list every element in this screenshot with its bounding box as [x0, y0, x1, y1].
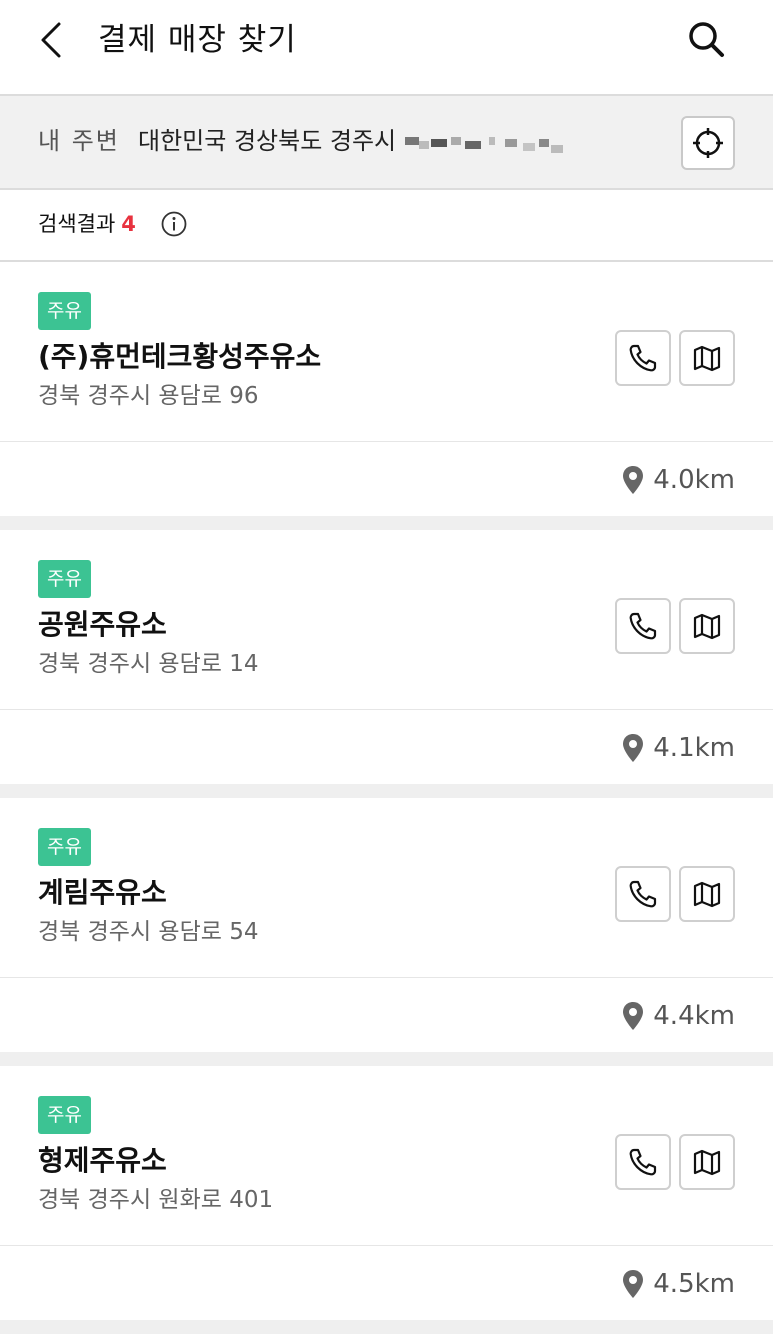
result-count: 4	[121, 212, 136, 236]
distance: 4.5km	[621, 1266, 735, 1302]
station-card[interactable]: 주유 계림주유소 경북 경주시 용담로 54 4.4km	[0, 798, 773, 1052]
call-button[interactable]	[615, 866, 671, 922]
station-list: 주유 (주)휴먼테크황성주유소 경북 경주시 용담로 96 4.0km 주유 공…	[0, 262, 773, 1334]
location-pin-icon	[623, 1270, 644, 1298]
back-button[interactable]	[28, 18, 72, 62]
station-footer: 4.4km	[0, 978, 773, 1052]
location-pin-icon	[623, 466, 644, 494]
current-location-button[interactable]	[681, 116, 735, 170]
station-address: 경북 경주시 용담로 14	[38, 651, 259, 677]
crosshair-icon	[693, 128, 723, 158]
location-pin-icon	[623, 734, 644, 762]
station-info: 주유 계림주유소 경북 경주시 용담로 54	[0, 798, 773, 978]
page-title: 결제 매장 찾기	[98, 22, 297, 58]
distance: 4.0km	[621, 462, 735, 498]
station-address: 경북 경주시 용담로 54	[38, 919, 259, 945]
station-name: (주)휴먼테크황성주유소	[38, 340, 322, 373]
info-icon[interactable]	[160, 210, 188, 238]
station-info: 주유 형제주유소 경북 경주시 원화로 401	[0, 1066, 773, 1246]
card-divider	[0, 784, 773, 798]
category-badge: 주유	[38, 828, 91, 866]
location-address: 대한민국 경상북도 경주시	[138, 127, 397, 155]
map-icon	[693, 881, 721, 908]
location-label: 내 주변	[38, 127, 120, 155]
card-divider	[0, 516, 773, 530]
search-icon	[689, 22, 724, 57]
call-button[interactable]	[615, 598, 671, 654]
category-badge: 주유	[38, 1096, 91, 1134]
map-icon	[693, 613, 721, 640]
map-button[interactable]	[679, 598, 735, 654]
station-footer: 4.0km	[0, 442, 773, 516]
station-card[interactable]: 주유 형제주유소 경북 경주시 원화로 401 4.5km	[0, 1066, 773, 1320]
card-divider	[0, 1052, 773, 1066]
map-button[interactable]	[679, 866, 735, 922]
address-redaction	[405, 137, 565, 157]
map-icon	[693, 1149, 721, 1176]
station-info: 주유 (주)휴먼테크황성주유소 경북 경주시 용담로 96	[0, 262, 773, 442]
phone-icon	[629, 344, 657, 372]
distance-value: 4.5km	[653, 1269, 735, 1299]
search-button[interactable]	[683, 16, 729, 62]
call-button[interactable]	[615, 1134, 671, 1190]
app-header: 결제 매장 찾기	[0, 0, 773, 96]
station-card[interactable]: 주유 (주)휴먼테크황성주유소 경북 경주시 용담로 96 4.0km	[0, 262, 773, 516]
station-footer: 4.5km	[0, 1246, 773, 1320]
station-card[interactable]: 주유 공원주유소 경북 경주시 용담로 14 4.1km	[0, 530, 773, 784]
result-label-text: 검색결과	[38, 212, 116, 236]
station-address: 경북 경주시 원화로 401	[38, 1187, 274, 1213]
station-name: 형제주유소	[38, 1144, 167, 1177]
chevron-left-icon	[41, 22, 61, 58]
distance: 4.4km	[621, 998, 735, 1034]
map-button[interactable]	[679, 1134, 735, 1190]
phone-icon	[629, 1148, 657, 1176]
result-summary: 검색결과 4	[0, 190, 773, 262]
distance-value: 4.1km	[653, 733, 735, 763]
result-label: 검색결과 4	[38, 209, 136, 239]
category-badge: 주유	[38, 292, 91, 330]
map-button[interactable]	[679, 330, 735, 386]
category-badge: 주유	[38, 560, 91, 598]
station-info: 주유 공원주유소 경북 경주시 용담로 14	[0, 530, 773, 710]
distance-value: 4.0km	[653, 465, 735, 495]
location-pin-icon	[623, 1002, 644, 1030]
location-bar: 내 주변 대한민국 경상북도 경주시	[0, 96, 773, 190]
distance-value: 4.4km	[653, 1001, 735, 1031]
phone-icon	[629, 880, 657, 908]
station-address: 경북 경주시 용담로 96	[38, 383, 259, 409]
station-name: 공원주유소	[38, 608, 167, 641]
call-button[interactable]	[615, 330, 671, 386]
map-icon	[693, 345, 721, 372]
distance: 4.1km	[621, 730, 735, 766]
station-footer: 4.1km	[0, 710, 773, 784]
phone-icon	[629, 612, 657, 640]
station-name: 계림주유소	[38, 876, 167, 909]
